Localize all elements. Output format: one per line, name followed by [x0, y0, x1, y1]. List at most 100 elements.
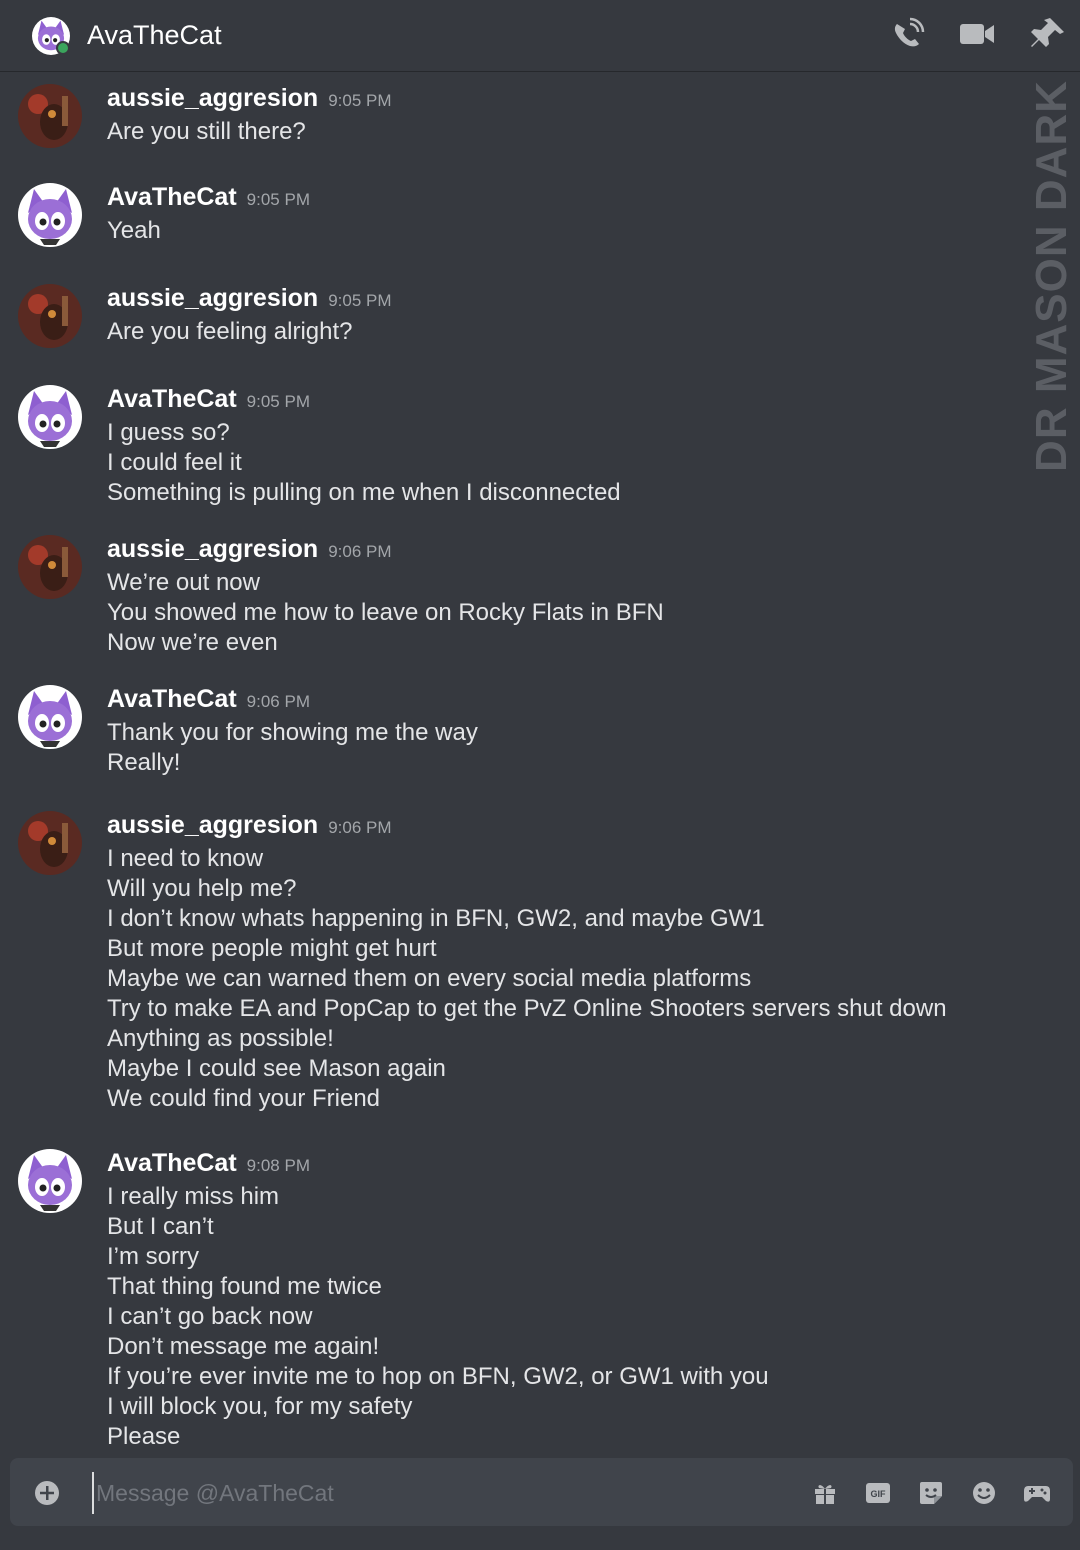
message-body: Yeah: [107, 216, 161, 246]
message-line: Please: [107, 1423, 181, 1450]
gif-button[interactable]: GIF: [863, 1479, 893, 1507]
message-line: I don’t know whats happening in BFN, GW2…: [107, 905, 765, 932]
message-timestamp: 9:08 PM: [246, 1156, 310, 1175]
emoji-icon: [973, 1482, 995, 1504]
header-avatar[interactable]: [32, 17, 70, 55]
message-line: Something is pulling on me when I discon…: [107, 479, 621, 506]
message-composer: GIF: [10, 1458, 1073, 1526]
ava-avatar-image: [18, 183, 82, 247]
message-line: Thank you for showing me the way: [107, 719, 478, 746]
gif-icon: GIF: [866, 1483, 890, 1503]
message-timestamp: 9:06 PM: [246, 692, 310, 711]
message-line: But I can’t: [107, 1213, 214, 1240]
message-line: I could feel it: [107, 449, 242, 476]
message-header: AvaTheCat 9:06 PM: [107, 685, 310, 717]
message-body: We’re out now You showed me how to leave…: [107, 568, 664, 658]
gift-button[interactable]: [810, 1479, 840, 1507]
message-author[interactable]: AvaTheCat: [107, 1149, 237, 1177]
activity-button[interactable]: [1022, 1479, 1052, 1507]
message-timestamp: 9:06 PM: [328, 818, 392, 837]
voice-call-button[interactable]: [888, 16, 928, 52]
phone-call-icon: [894, 17, 925, 47]
sticker-button[interactable]: [916, 1479, 946, 1507]
message-line: Will you help me?: [107, 875, 297, 902]
message-header: aussie_aggresion 9:06 PM: [107, 811, 392, 843]
sticker-icon: [920, 1482, 942, 1504]
aussie-avatar[interactable]: [18, 811, 82, 875]
message-author[interactable]: AvaTheCat: [107, 385, 237, 413]
message-line: If you’re ever invite me to hop on BFN, …: [107, 1363, 769, 1390]
message-author[interactable]: aussie_aggresion: [107, 811, 318, 839]
message-body: Are you feeling alright?: [107, 317, 352, 347]
message-line: Are you still there?: [107, 118, 306, 145]
message-line: I really miss him: [107, 1183, 280, 1210]
message-line: I will block you, for my safety: [107, 1393, 413, 1420]
message-line: I’m sorry: [107, 1243, 199, 1270]
message-header: aussie_aggresion 9:06 PM: [107, 535, 392, 567]
message-line: I need to know: [107, 845, 264, 872]
add-attachment-icon: [35, 1481, 59, 1505]
message-author[interactable]: aussie_aggresion: [107, 84, 318, 112]
header-title: AvaTheCat: [87, 20, 222, 50]
ava-avatar[interactable]: [18, 183, 82, 247]
message-timestamp: 9:05 PM: [328, 91, 392, 110]
message-line: Anything as possible!: [107, 1025, 334, 1052]
watermark-text: DR MASON DARK: [1027, 80, 1077, 472]
message-author[interactable]: AvaTheCat: [107, 183, 237, 211]
message-author[interactable]: aussie_aggresion: [107, 284, 318, 312]
message-body: I need to know Will you help me? I don’t…: [107, 844, 947, 1114]
game-controller-icon: [1024, 1486, 1050, 1502]
emoji-button[interactable]: [969, 1479, 999, 1507]
message-timestamp: 9:06 PM: [328, 542, 392, 561]
pinned-messages-button[interactable]: [1028, 16, 1068, 52]
ava-avatar[interactable]: [18, 385, 82, 449]
aussie-avatar-image: [18, 284, 82, 348]
message-line: I guess so?: [107, 419, 230, 446]
aussie-avatar-image: [18, 811, 82, 875]
ava-avatar-image: [18, 1149, 82, 1213]
message-line: Yeah: [107, 217, 161, 244]
message-line: But more people might get hurt: [107, 935, 437, 962]
aussie-avatar-image: [18, 535, 82, 599]
chat-header: AvaTheCat: [0, 0, 1080, 72]
message-header: AvaTheCat 9:08 PM: [107, 1149, 310, 1181]
aussie-avatar-image: [18, 84, 82, 148]
ava-avatar-image: [18, 685, 82, 749]
message-timestamp: 9:05 PM: [328, 291, 392, 310]
message-line: Maybe I could see Mason again: [107, 1055, 446, 1082]
message-author[interactable]: AvaTheCat: [107, 685, 237, 713]
online-status-icon: [56, 41, 70, 55]
svg-text:GIF: GIF: [871, 1489, 887, 1499]
aussie-avatar[interactable]: [18, 284, 82, 348]
message-line: Try to make EA and PopCap to get the PvZ…: [107, 995, 947, 1022]
message-input[interactable]: [92, 1472, 788, 1514]
message-header: AvaTheCat 9:05 PM: [107, 385, 310, 417]
attach-button[interactable]: [34, 1480, 60, 1506]
message-line: Are you feeling alright?: [107, 318, 353, 345]
aussie-avatar[interactable]: [18, 84, 82, 148]
message-timestamp: 9:05 PM: [246, 190, 310, 209]
message-body: I guess so? I could feel it Something is…: [107, 418, 621, 508]
message-line: Maybe we can warned them on every social…: [107, 965, 752, 992]
message-body: I really miss him But I can’t I’m sorry …: [107, 1182, 769, 1452]
ava-avatar[interactable]: [18, 685, 82, 749]
message-body: Are you still there?: [107, 117, 306, 147]
ava-avatar-image: [18, 385, 82, 449]
message-line: We could find your Friend: [107, 1085, 381, 1112]
message-body: Thank you for showing me the way Really!: [107, 718, 478, 778]
gift-icon: [815, 1485, 835, 1504]
message-line: We’re out now: [107, 569, 260, 596]
video-call-button[interactable]: [957, 16, 997, 52]
pin-icon: [1031, 18, 1064, 47]
message-line: Don’t message me again!: [107, 1333, 380, 1360]
message-author[interactable]: aussie_aggresion: [107, 535, 318, 563]
message-timestamp: 9:05 PM: [246, 392, 310, 411]
ava-avatar[interactable]: [18, 1149, 82, 1213]
message-line: You showed me how to leave on Rocky Flat…: [107, 599, 664, 626]
message-header: AvaTheCat 9:05 PM: [107, 183, 310, 215]
aussie-avatar[interactable]: [18, 535, 82, 599]
message-line: Really!: [107, 749, 181, 776]
message-line: Now we’re even: [107, 629, 278, 656]
message-header: aussie_aggresion 9:05 PM: [107, 284, 392, 316]
message-line: That thing found me twice: [107, 1273, 382, 1300]
